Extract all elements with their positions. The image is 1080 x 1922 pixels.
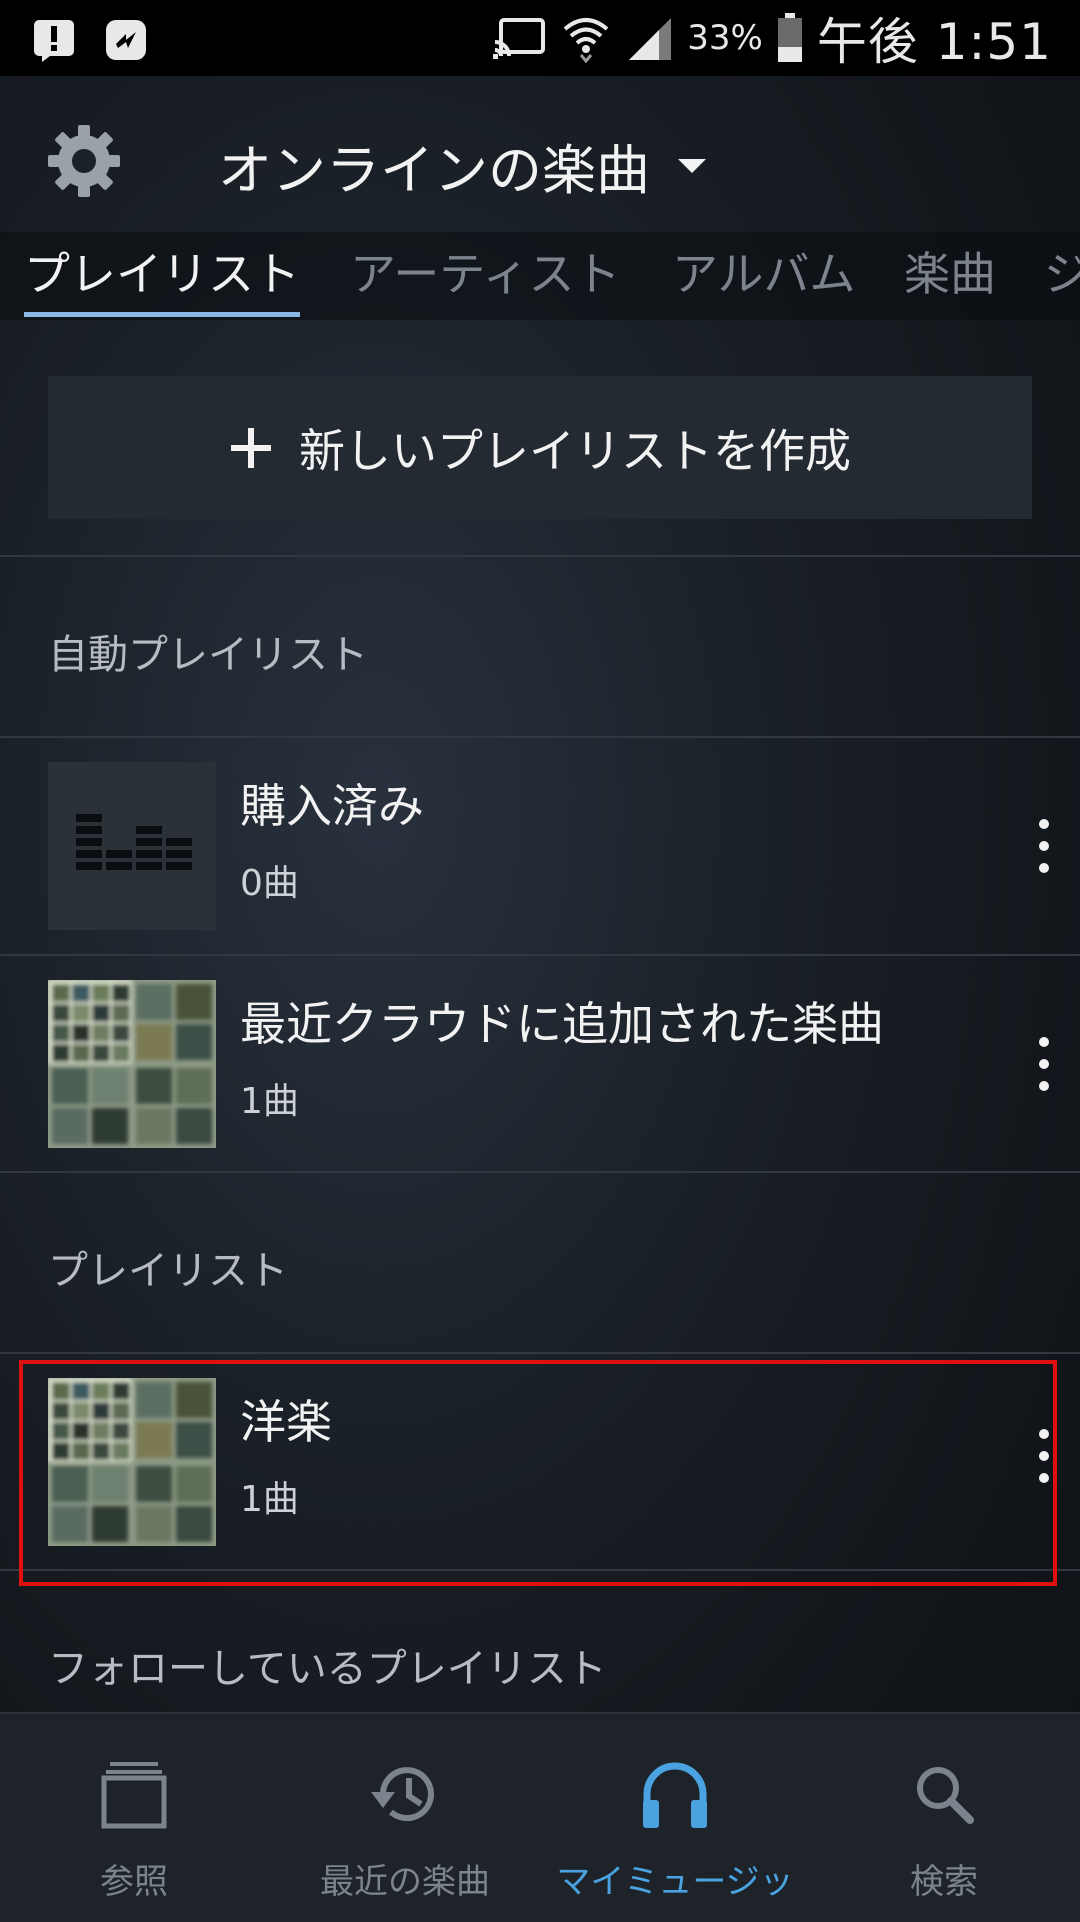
status-bar: 33% 午後 1:51: [0, 0, 1080, 76]
create-playlist-label: 新しいプレイリストを作成: [299, 423, 851, 478]
equalizer-icon: [76, 814, 192, 870]
song-count: 1曲: [240, 1081, 299, 1122]
nav-label: 参照: [100, 1862, 168, 1902]
battery-percent: 33%: [687, 18, 763, 58]
nav-label: 最近の楽曲: [320, 1862, 490, 1902]
plus-icon: [231, 427, 271, 468]
source-dropdown[interactable]: オンラインの楽曲: [218, 126, 706, 205]
signal-icon: [629, 18, 672, 60]
section-following-playlists: フォローしているプレイリスト: [48, 1646, 607, 1692]
nav-recent[interactable]: 最近の楽曲: [300, 1714, 510, 1922]
tab-genres[interactable]: ジ: [1044, 238, 1080, 304]
section-auto-playlists: 自動プレイリスト: [48, 632, 368, 678]
song-count: 0曲: [240, 863, 299, 904]
alert-notification-icon: [34, 20, 74, 62]
cast-icon: [493, 18, 546, 59]
divider: [0, 555, 1080, 557]
create-playlist-button[interactable]: 新しいプレイリストを作成: [48, 376, 1032, 519]
list-item-recently-added[interactable]: 最近クラウドに追加された楽曲 1曲: [0, 956, 1080, 1172]
browse-icon: [101, 1762, 167, 1829]
chevron-down-icon: [678, 158, 706, 173]
more-vert-icon[interactable]: [1032, 1418, 1056, 1494]
song-count: 1曲: [240, 1479, 299, 1520]
nav-label: マイミュージッ: [556, 1862, 794, 1902]
nav-label: 検索: [910, 1862, 978, 1902]
nav-my-music[interactable]: マイミュージッ: [550, 1714, 800, 1922]
more-vert-icon[interactable]: [1032, 808, 1056, 884]
playlist-title: 最近クラウドに追加された楽曲: [240, 997, 884, 1051]
section-playlists: プレイリスト: [48, 1248, 288, 1294]
album-art-thumbnail: [48, 980, 216, 1148]
clock: 午後 1:51: [816, 13, 1052, 71]
app-notification-icon: [106, 20, 146, 60]
headphones-icon: [643, 1762, 707, 1828]
album-art-thumbnail: [48, 1378, 216, 1546]
playlist-title: 洋楽: [240, 1395, 332, 1449]
page-title: オンラインの楽曲: [218, 139, 650, 202]
search-icon: [917, 1767, 974, 1824]
tab-bar: プレイリスト アーティスト アルバム 楽曲 ジ: [0, 232, 1080, 320]
playlist-title: 購入済み: [240, 779, 424, 833]
history-icon: [371, 1767, 434, 1822]
more-vert-icon[interactable]: [1032, 1026, 1056, 1102]
wifi-icon: [563, 18, 609, 63]
tab-artists[interactable]: アーティスト: [350, 238, 620, 304]
active-tab-indicator: [24, 312, 300, 317]
gear-icon[interactable]: [46, 123, 122, 199]
list-item-western-music[interactable]: 洋楽 1曲: [0, 1354, 1080, 1570]
tab-playlists[interactable]: プレイリスト: [24, 238, 300, 304]
list-item-purchased[interactable]: 購入済み 0曲: [0, 738, 1080, 954]
nav-browse[interactable]: 参照: [54, 1714, 214, 1922]
tab-albums[interactable]: アルバム: [672, 238, 856, 304]
nav-search[interactable]: 検索: [874, 1714, 1014, 1922]
battery-icon: [777, 13, 802, 62]
bottom-navigation: 参照 最近の楽曲 マイミュージッ 検索: [0, 1712, 1080, 1922]
tab-songs[interactable]: 楽曲: [904, 238, 996, 304]
purchased-thumbnail: [48, 762, 216, 930]
divider: [0, 1569, 1080, 1571]
divider: [0, 1171, 1080, 1173]
app-header: オンラインの楽曲: [0, 76, 1080, 246]
